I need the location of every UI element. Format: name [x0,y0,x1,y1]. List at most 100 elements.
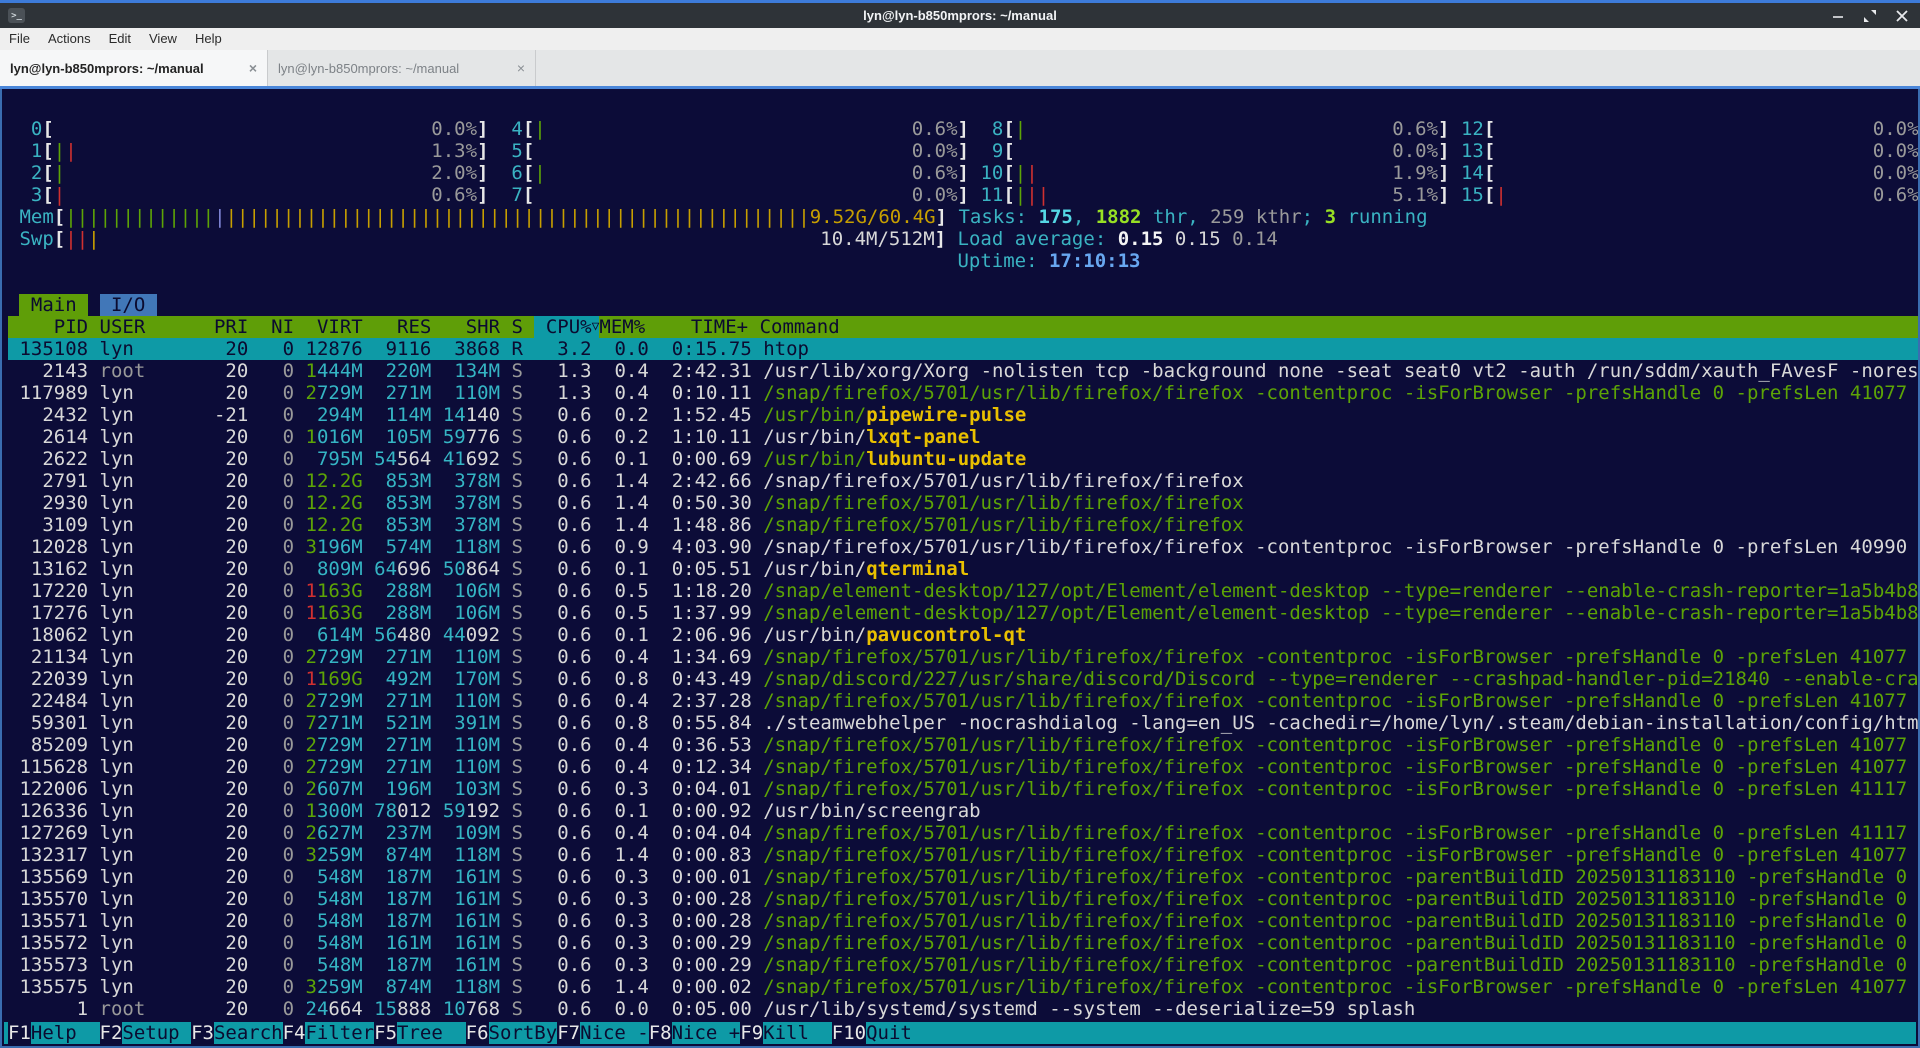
cell-cpu-percent: 0.6 [534,910,591,932]
process-row-122006[interactable]: 122006 lyn 20 0 2607M 196M 103M S 0.6 0.… [8,778,1918,800]
process-row-127269[interactable]: 127269 lyn 20 0 2627M 237M 109M S 0.6 0.… [8,822,1918,844]
cell-virt: 614M [317,624,363,646]
cell-cpu-percent: 0.6 [534,470,591,492]
tab-close-icon[interactable]: × [249,60,257,76]
process-row-2622[interactable]: 2622 lyn 20 0 795M 54564 41692 S 0.6 0.1… [8,448,1918,470]
titlebar[interactable]: >_ lyn@lyn-b850mprors: ~/manual [0,3,1920,28]
fkey-F1[interactable]: F1Help [8,1022,100,1044]
terminal-tab-active[interactable]: lyn@lyn-b850mprors: ~/manual × [0,50,268,86]
cell-virt: 729M [317,756,363,778]
menu-item-help[interactable]: Help [186,28,231,50]
cell-ni: 0 [260,910,294,932]
process-row-85209[interactable]: 85209 lyn 20 0 2729M 271M 110M S 0.6 0.4… [8,734,1918,756]
cell-ni: 0 [260,998,294,1020]
col-header-sort-cpu[interactable]: CPU%▽ [534,316,599,338]
cell-virt: 627M [317,822,363,844]
fkey-F2[interactable]: F2Setup [100,1022,192,1044]
cell-state: S [512,558,523,580]
cell-user: root [100,360,203,382]
fkey-F9[interactable]: F9Kill [740,1022,832,1044]
cell-virt: 2 [306,756,317,778]
restore-button[interactable] [1862,8,1878,24]
cell-virt: 169G [317,668,363,690]
fkey-F8[interactable]: F8Nice + [649,1022,741,1044]
cpu-percent: 0.0% [1873,118,1918,140]
cell-shr: 109M [454,822,500,844]
cell-res: 012 [397,800,431,822]
cell-time: 0:05.51 [660,558,752,580]
cell-pid: 122006 [8,778,88,800]
process-table-header[interactable]: PID USER PRI NI VIRT RES SHR S CPU%▽MEM%… [8,316,1918,338]
menu-item-view[interactable]: View [140,28,186,50]
cell-shr: 110M [454,382,500,404]
cell-shr: 192 [466,800,500,822]
mem-bar: | [340,206,351,228]
fkey-F6[interactable]: F6SortBy [466,1022,558,1044]
fkey-F10[interactable]: F10Quit [832,1022,935,1044]
fkey-F4[interactable]: F4Filter [283,1022,375,1044]
close-button[interactable] [1894,8,1910,24]
process-row-13162[interactable]: 13162 lyn 20 0 809M 64696 50864 S 0.6 0.… [8,558,1918,580]
process-row-135569[interactable]: 135569 lyn 20 0 548M 187M 161M S 0.6 0.3… [8,866,1918,888]
process-row-2143[interactable]: 2143 root 20 0 1444M 220M 134M S 1.3 0.4… [8,360,1918,382]
htop-terminal-viewport[interactable]: 0[ 0.0%] 4[| 0.6%] 8[| 0.6%] 12[ 0.0%] 1… [0,89,1920,1048]
meter-bracket: [ [1003,118,1014,140]
htop-tab-main[interactable]: Main [19,294,88,316]
cell-time: 1:18.20 [660,580,752,602]
mem-bar: | [157,206,168,228]
cell-pid: 3109 [8,514,88,536]
cell-user: lyn [100,602,203,624]
process-row-2614[interactable]: 2614 lyn 20 0 1016M 105M 59776 S 0.6 0.2… [8,426,1918,448]
process-row-117989[interactable]: 117989 lyn 20 0 2729M 271M 110M S 1.3 0.… [8,382,1918,404]
process-row-3109[interactable]: 3109 lyn 20 0 12.2G 853M 378M S 0.6 1.4 … [8,514,1918,536]
process-row-135573[interactable]: 135573 lyn 20 0 548M 187M 161M S 0.6 0.3… [8,954,1918,976]
cpu-bar: | [1015,118,1026,140]
process-row-17220[interactable]: 17220 lyn 20 0 1163G 288M 106M S 0.6 0.5… [8,580,1918,602]
mem-meter-row: Mem[||||||||||||||||||||||||||||||||||||… [8,206,1918,228]
process-row-2432[interactable]: 2432 lyn -21 0 294M 114M 14140 S 0.6 0.2… [8,404,1918,426]
terminal-tab-inactive[interactable]: lyn@lyn-b850mprors: ~/manual × [268,50,536,86]
cell-ni: 0 [260,734,294,756]
process-row-1[interactable]: 1 root 20 0 24664 15888 10768 S 0.6 0.0 … [8,998,1918,1020]
menu-item-file[interactable]: File [0,28,39,50]
cell-res: 853M [386,514,432,536]
process-row-135108[interactable]: 135108 lyn 20 0 12876 9116 3868 R 3.2 0.… [8,338,1918,360]
minimize-button[interactable] [1830,8,1846,24]
menu-item-edit[interactable]: Edit [100,28,140,50]
fkey-F5[interactable]: F5Tree [374,1022,466,1044]
process-row-59301[interactable]: 59301 lyn 20 0 7271M 521M 391M S 0.6 0.8… [8,712,1918,734]
process-row-132317[interactable]: 132317 lyn 20 0 3259M 874M 118M S 0.6 1.… [8,844,1918,866]
cell-user: root [100,998,203,1020]
process-row-135571[interactable]: 135571 lyn 20 0 548M 187M 161M S 0.6 0.3… [8,910,1918,932]
cell-mem-percent: 1.4 [603,470,649,492]
process-row-115628[interactable]: 115628 lyn 20 0 2729M 271M 110M S 0.6 0.… [8,756,1918,778]
process-row-135572[interactable]: 135572 lyn 20 0 548M 161M 161M S 0.6 0.3… [8,932,1918,954]
cpu-meter-row: 1[|| 1.3%] 5[ 0.0%] 9[ 0.0%] 13[ 0.0%] [8,140,1918,162]
process-row-135570[interactable]: 135570 lyn 20 0 548M 187M 161M S 0.6 0.3… [8,888,1918,910]
process-row-17276[interactable]: 17276 lyn 20 0 1163G 288M 106M S 0.6 0.5… [8,602,1918,624]
process-row-126336[interactable]: 126336 lyn 20 0 1300M 78012 59192 S 0.6 … [8,800,1918,822]
cell-shr: 161M [454,888,500,910]
cpu-percent: 2.0% [431,162,477,184]
process-row-2791[interactable]: 2791 lyn 20 0 12.2G 853M 378M S 0.6 1.4 … [8,470,1918,492]
cell-state: S [511,932,522,954]
cell-state: S [511,954,522,976]
process-row-2930[interactable]: 2930 lyn 20 0 12.2G 853M 378M S 0.6 1.4 … [8,492,1918,514]
cell-mem-percent: 1.4 [603,976,649,998]
menu-item-actions[interactable]: Actions [39,28,100,50]
process-row-21134[interactable]: 21134 lyn 20 0 2729M 271M 110M S 0.6 0.4… [8,646,1918,668]
process-row-22039[interactable]: 22039 lyn 20 0 1169G 492M 170M S 0.6 0.8… [8,668,1918,690]
process-row-22484[interactable]: 22484 lyn 20 0 2729M 271M 110M S 0.6 0.4… [8,690,1918,712]
fkey-F3[interactable]: F3Search [191,1022,283,1044]
cell-state: S [511,360,522,382]
meter-bracket: ] [477,118,488,140]
mem-bar: | [604,206,615,228]
htop-tab-io[interactable]: I/O [100,294,157,316]
process-row-18062[interactable]: 18062 lyn 20 0 614M 56480 44092 S 0.6 0.… [8,624,1918,646]
fkey-label: Quit [866,1022,935,1044]
tab-close-icon[interactable]: × [517,60,525,76]
process-row-135575[interactable]: 135575 lyn 20 0 3259M 874M 118M S 0.6 1.… [8,976,1918,998]
fkey-F7[interactable]: F7Nice - [557,1022,649,1044]
cell-res: 574M [386,536,432,558]
process-row-12028[interactable]: 12028 lyn 20 0 3196M 574M 118M S 0.6 0.9… [8,536,1918,558]
